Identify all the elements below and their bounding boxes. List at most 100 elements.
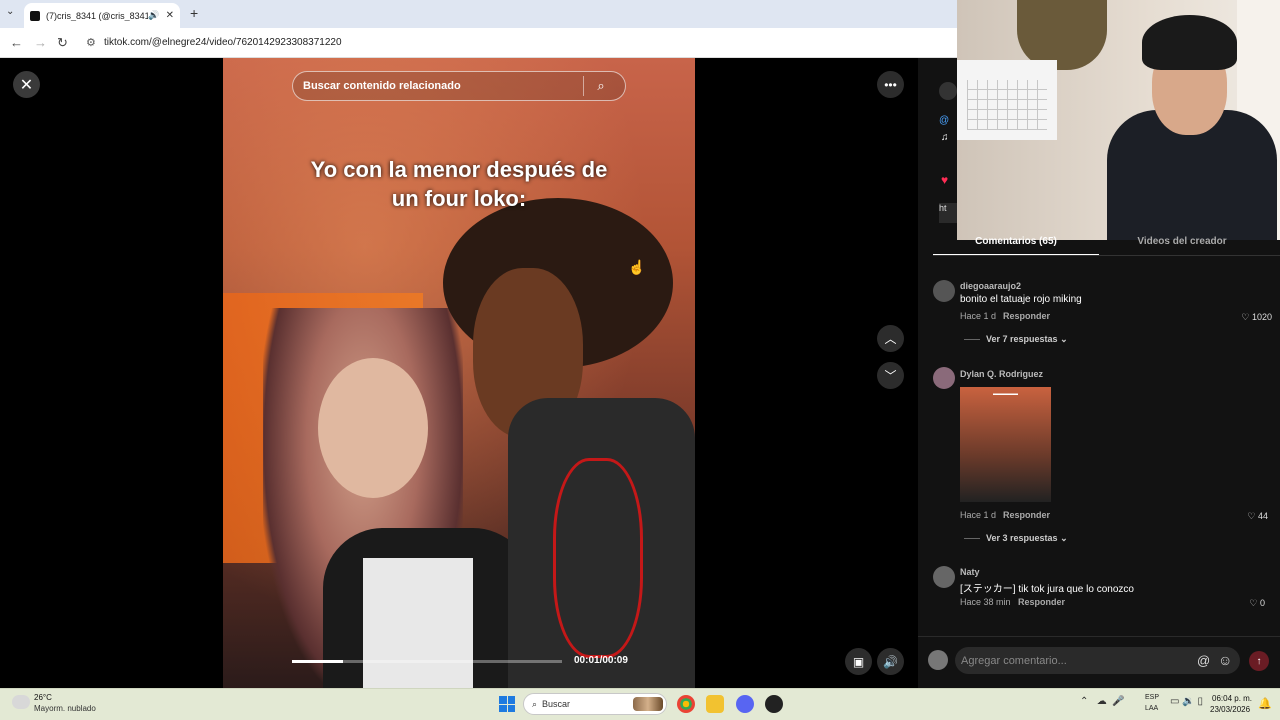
- comment-username[interactable]: diegoaaraujo2: [960, 281, 1021, 291]
- like-count: 44: [1257, 511, 1268, 521]
- related-search-input[interactable]: [303, 80, 583, 92]
- caption-line-2: un four loko:: [391, 186, 527, 211]
- speaker-icon[interactable]: 🔊: [148, 10, 159, 21]
- creator-info-peek: @ ♫ ♥ ht: [933, 70, 957, 240]
- creator-handle-fragment: @: [939, 115, 950, 126]
- windows-start-icon[interactable]: [499, 696, 515, 712]
- notification-bell-icon[interactable]: 🔔: [1258, 697, 1272, 710]
- like-count: 0: [1259, 598, 1265, 608]
- view-replies-button[interactable]: Ver 3 respuestas ⌄: [964, 533, 1068, 544]
- comment-video-thumbnail[interactable]: ▬▬▬▬▬: [960, 387, 1051, 502]
- tab-search-chevron-icon[interactable]: ⌄: [6, 6, 14, 17]
- avatar[interactable]: [933, 367, 955, 389]
- video-spider-logo: [553, 458, 643, 658]
- tabs-divider: [933, 255, 1280, 256]
- tiktok-favicon-icon: [30, 10, 40, 21]
- comment-like-count[interactable]: ♡ 0: [1215, 598, 1265, 609]
- system-tray-icons[interactable]: ⌃ ☁ 🎤: [1080, 696, 1125, 707]
- weather-condition[interactable]: Mayorm. nublado: [34, 704, 96, 713]
- comment-like-count[interactable]: ♡ 1020: [1222, 312, 1272, 323]
- video-caption: Yo con la menor después de un four loko:: [223, 155, 695, 213]
- taskbar-search[interactable]: ⌕ Buscar: [523, 693, 667, 715]
- avatar[interactable]: [933, 566, 955, 588]
- progress-bar[interactable]: [292, 660, 562, 663]
- cloud-icon[interactable]: [12, 695, 30, 709]
- comment-time: Hace 1 d: [960, 510, 997, 520]
- discord-icon[interactable]: [736, 695, 754, 713]
- related-search-box[interactable]: ⌕: [292, 71, 626, 101]
- close-icon[interactable]: ✕: [13, 71, 40, 98]
- avatar[interactable]: [928, 650, 948, 670]
- forward-icon[interactable]: →: [34, 35, 47, 50]
- network-icon[interactable]: ▭: [1170, 696, 1179, 707]
- music-note-icon: ♫: [941, 132, 949, 143]
- calendar-grid: [967, 80, 1047, 130]
- more-options-icon[interactable]: •••: [877, 71, 904, 98]
- back-icon[interactable]: ←: [10, 35, 23, 50]
- taskbar-search-label: Buscar: [542, 699, 571, 709]
- microphone-icon[interactable]: 🎤: [1112, 696, 1124, 707]
- heart-icon: ♡: [1241, 312, 1252, 322]
- link-chip[interactable]: ht: [939, 203, 957, 223]
- replies-line: [964, 538, 980, 540]
- clock-date[interactable]: 23/03/2026: [1210, 705, 1250, 714]
- mention-icon[interactable]: @: [1197, 653, 1210, 668]
- thumbnail-caption-decoration: ▬▬▬▬▬: [993, 391, 1018, 397]
- tab-title: (7)cris_8341 (@cris_8341) |: [46, 10, 149, 21]
- browser-tab[interactable]: (7)cris_8341 (@cris_8341) | 🔊 ✕: [24, 3, 180, 28]
- reply-button[interactable]: Responder: [1003, 510, 1050, 520]
- input-layout[interactable]: LAA: [1145, 705, 1158, 712]
- search-icon[interactable]: ⌕: [584, 78, 618, 94]
- cloud-sync-icon[interactable]: ☁: [1097, 696, 1107, 707]
- volume-icon[interactable]: 🔉: [1182, 696, 1194, 707]
- chrome-icon[interactable]: [677, 695, 695, 713]
- emoji-icon[interactable]: ☺: [1218, 652, 1232, 668]
- video-person-left-shirt: [363, 558, 473, 688]
- search-highlight-image: [633, 697, 663, 711]
- comment-like-count[interactable]: ♡ 44: [1218, 511, 1268, 522]
- like-count: 1020: [1251, 312, 1272, 322]
- avatar[interactable]: [933, 280, 955, 302]
- webcam-person-hair: [1142, 15, 1237, 70]
- close-tab-icon[interactable]: ✕: [166, 10, 174, 21]
- new-tab-button[interactable]: +: [190, 5, 198, 21]
- start-tile: [507, 696, 515, 704]
- search-icon: ⌕: [532, 698, 543, 709]
- view-replies-label: Ver 3 respuestas: [986, 533, 1058, 543]
- battery-icon[interactable]: ▯: [1197, 696, 1203, 707]
- reply-button[interactable]: Responder: [1018, 597, 1065, 607]
- video-frame[interactable]: [223, 58, 695, 688]
- obs-icon[interactable]: [765, 695, 783, 713]
- like-heart-icon[interactable]: ♥: [941, 173, 948, 187]
- chevron-down-icon[interactable]: ﹀: [877, 362, 904, 389]
- start-tile: [499, 704, 507, 712]
- hand-cursor-icon: ☝: [628, 259, 646, 275]
- webcam-calendar: [957, 60, 1057, 140]
- reload-icon[interactable]: ↻: [57, 35, 68, 51]
- comment-username[interactable]: Dylan Q. Rodriguez: [960, 369, 1043, 379]
- picture-in-picture-icon[interactable]: ▣: [845, 648, 872, 675]
- chevron-up-icon[interactable]: ⌃: [1080, 696, 1088, 707]
- comment-time: Hace 1 d: [960, 311, 997, 321]
- reply-button[interactable]: Responder: [1003, 311, 1050, 321]
- tab-comments[interactable]: Comentarios (65): [933, 236, 1099, 256]
- network-volume-icons[interactable]: ▭ 🔉 ▯: [1170, 696, 1203, 707]
- heart-icon: ♡: [1249, 598, 1260, 608]
- start-tile: [507, 704, 515, 712]
- clock-time[interactable]: 06:04 p. m.: [1212, 694, 1252, 703]
- comment-time: Hace 38 min: [960, 597, 1011, 607]
- file-explorer-icon[interactable]: [706, 695, 724, 713]
- weather-temp[interactable]: 26°C: [34, 693, 52, 702]
- view-replies-label: Ver 7 respuestas: [986, 334, 1058, 344]
- tab-creator-videos[interactable]: Videos del creador: [1100, 236, 1264, 256]
- volume-icon[interactable]: 🔊: [877, 648, 904, 675]
- input-language[interactable]: ESP: [1145, 694, 1159, 701]
- send-arrow-icon[interactable]: ↑: [1249, 651, 1269, 671]
- view-replies-button[interactable]: Ver 7 respuestas ⌄: [964, 334, 1068, 345]
- site-info-icon[interactable]: ⚙: [86, 36, 96, 49]
- chevron-up-icon[interactable]: ︿: [877, 325, 904, 352]
- creator-avatar[interactable]: [939, 82, 957, 100]
- url-text[interactable]: tiktok.com/@elnegre24/video/762014292330…: [104, 37, 342, 48]
- comment-username[interactable]: Naty: [960, 567, 980, 577]
- comment-text: [ステッカー] tik tok jura que lo conozco: [960, 584, 1134, 595]
